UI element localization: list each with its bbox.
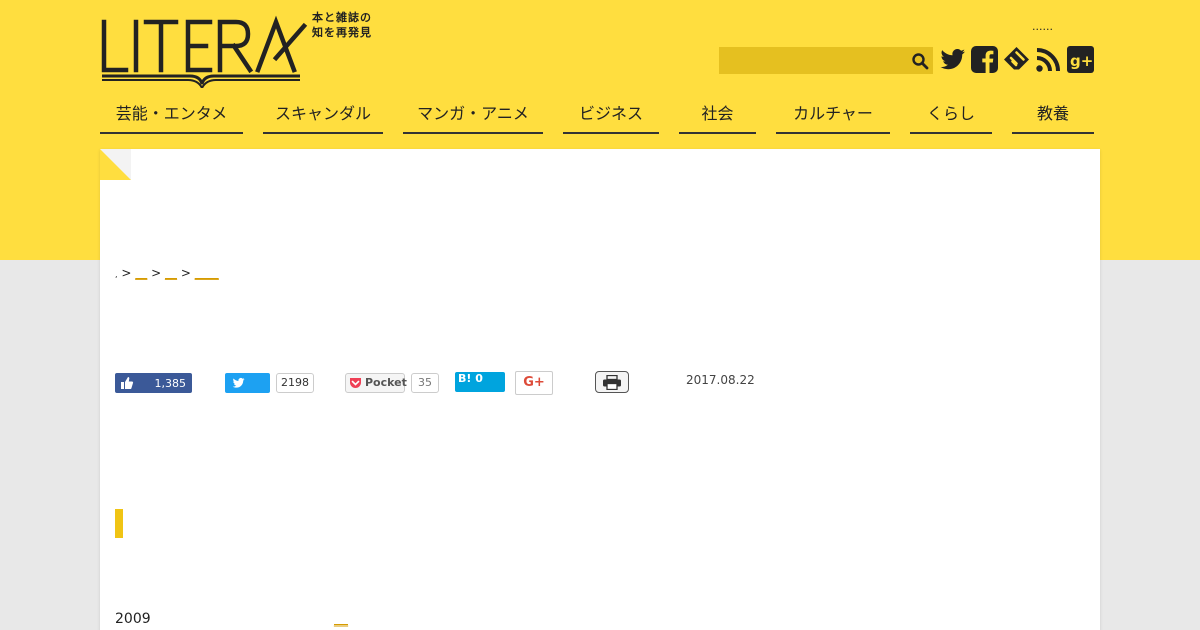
breadcrumb-home[interactable]: , — [115, 270, 118, 279]
facebook-like-count: 1,385 — [154, 377, 187, 390]
breadcrumb-separator: > — [121, 266, 132, 280]
print-button[interactable] — [595, 371, 629, 393]
article-inline-link[interactable]: __ — [334, 611, 348, 627]
search-box — [719, 47, 933, 74]
breadcrumb-item-2[interactable]: __ — [165, 266, 177, 280]
litera-logo-icon — [101, 15, 308, 91]
breadcrumb-separator: > — [180, 266, 191, 280]
twitter-icon[interactable] — [938, 45, 967, 74]
article-body-text: 2009 — [115, 611, 151, 627]
thumbs-up-icon — [121, 377, 134, 389]
rss-icon[interactable] — [1034, 45, 1063, 74]
nav-item-scandal[interactable]: スキャンダル — [263, 100, 383, 134]
article-date: 2017.08.22 — [686, 373, 755, 387]
pocket-count: 35 — [411, 373, 439, 393]
facebook-icon[interactable] — [970, 45, 999, 74]
breadcrumb-item-3[interactable]: ____ — [195, 266, 219, 280]
share-buttons: 1,385 2198 Pocket 35 B! 0 G+ 2017.08.22 — [115, 371, 815, 395]
pocket-icon — [350, 378, 361, 388]
nav-item-business[interactable]: ビジネス — [563, 100, 659, 134]
social-links: g+ — [938, 45, 1095, 74]
breadcrumb-separator: > — [151, 266, 162, 280]
main-nav: 芸能・エンタメ スキャンダル マンガ・アニメ ビジネス 社会 カルチャー くらし… — [100, 100, 1100, 136]
hatena-bookmark-button[interactable]: B! 0 — [455, 372, 505, 392]
google-plus-icon[interactable]: g+ — [1066, 45, 1095, 74]
site-header: 本と雑誌の 知を再発見 ...... g+ 芸能・エンタメ スキャンダル マンガ… — [100, 0, 1100, 140]
printer-icon — [603, 375, 621, 390]
tweet-button[interactable] — [225, 373, 270, 393]
nav-item-society[interactable]: 社会 — [679, 100, 756, 134]
breadcrumb: , > __ > __ > ____ — [115, 266, 219, 280]
google-plus-share-button[interactable]: G+ — [515, 371, 553, 395]
page-fold-corner — [100, 149, 131, 180]
nav-item-culture[interactable]: カルチャー — [776, 100, 890, 134]
nav-item-entertainment[interactable]: 芸能・エンタメ — [100, 100, 243, 134]
pocket-label: Pocket — [365, 376, 407, 389]
top-link[interactable]: ...... — [1032, 20, 1053, 33]
tweet-count: 2198 — [276, 373, 314, 393]
article-card: , > __ > __ > ____ 1,385 2198 Pocket 35 — [100, 149, 1100, 630]
twitter-bird-icon — [232, 377, 245, 388]
hatena-count: 0 — [475, 372, 483, 385]
hatena-label: B! — [458, 372, 472, 385]
tagline-line-2: 知を再発見 — [312, 26, 372, 39]
facebook-like-button[interactable]: 1,385 — [115, 373, 192, 393]
site-tagline: 本と雑誌の 知を再発見 — [312, 10, 372, 40]
search-icon[interactable] — [911, 52, 929, 70]
tagline-line-1: 本と雑誌の — [312, 11, 372, 24]
search-input[interactable] — [719, 47, 909, 74]
feedly-icon[interactable] — [1002, 45, 1031, 74]
pocket-button[interactable]: Pocket — [345, 373, 407, 393]
svg-text:g+: g+ — [1070, 52, 1093, 70]
nav-item-education[interactable]: 教養 — [1012, 100, 1094, 134]
nav-item-lifestyle[interactable]: くらし — [910, 100, 992, 134]
nav-item-manga-anime[interactable]: マンガ・アニメ — [403, 100, 543, 134]
section-heading-marker — [115, 509, 123, 538]
breadcrumb-item-1[interactable]: __ — [135, 266, 147, 280]
